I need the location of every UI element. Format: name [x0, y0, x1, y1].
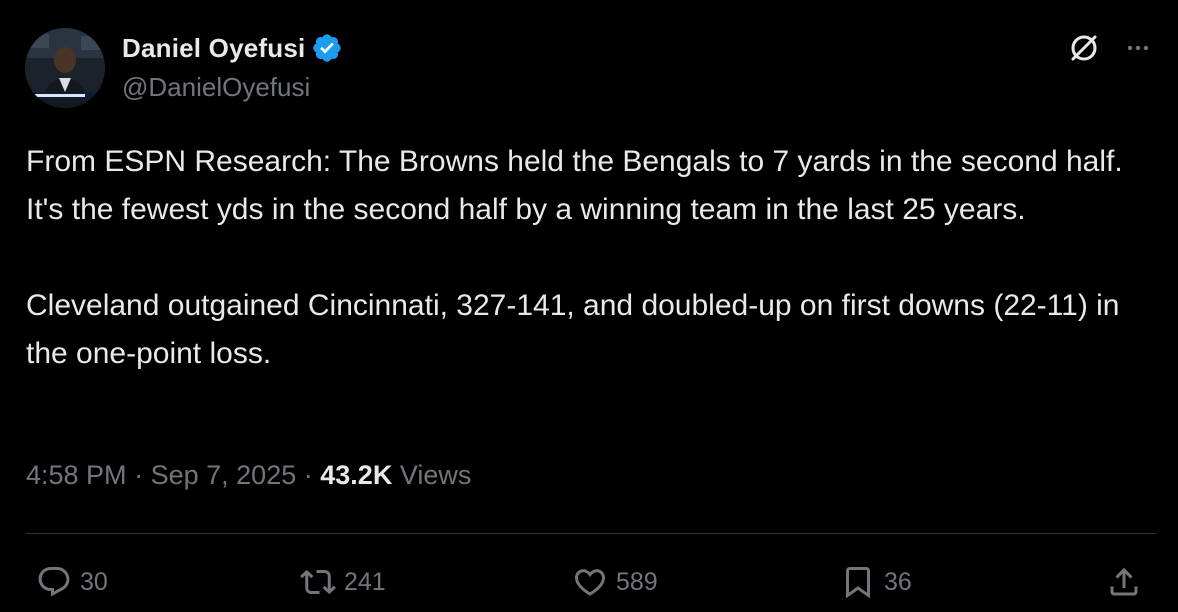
views-count: 43.2K: [320, 460, 393, 490]
heart-icon: [572, 564, 608, 600]
retweet-button[interactable]: 241: [300, 560, 386, 604]
bookmark-count: 36: [884, 567, 912, 596]
tweet-time[interactable]: 4:58 PM: [26, 460, 127, 490]
tweet-meta: 4:58 PM · Sep 7, 2025 · 43.2K Views: [26, 460, 471, 491]
views-label: Views: [399, 460, 472, 490]
handle[interactable]: @DanielOyefusi: [122, 72, 343, 103]
more-icon[interactable]: [1120, 28, 1160, 68]
name-row: Daniel Oyefusi: [122, 30, 343, 66]
like-button[interactable]: 589: [572, 560, 658, 604]
reply-icon: [36, 564, 72, 600]
meta-separator: ·: [134, 460, 144, 490]
grok-icon[interactable]: [1064, 28, 1104, 68]
display-name[interactable]: Daniel Oyefusi: [122, 33, 305, 64]
share-button[interactable]: [1106, 560, 1142, 604]
bookmark-button[interactable]: 36: [840, 560, 912, 604]
reply-count: 30: [80, 567, 108, 596]
tweet-paragraph: Cleveland outgained Cincinnati, 327-141,…: [26, 289, 1120, 370]
divider: [26, 533, 1156, 534]
like-count: 589: [616, 567, 658, 596]
retweet-count: 241: [344, 567, 386, 596]
avatar[interactable]: [25, 28, 105, 108]
share-icon: [1106, 564, 1142, 600]
reply-button[interactable]: 30: [36, 560, 108, 604]
tweet-paragraph: From ESPN Research: The Browns held the …: [26, 145, 1123, 226]
tweet: Daniel Oyefusi @DanielOyefusi From ESPN …: [0, 0, 1178, 612]
tweet-date[interactable]: Sep 7, 2025: [151, 460, 297, 490]
retweet-icon: [300, 564, 336, 600]
author-block: Daniel Oyefusi @DanielOyefusi: [122, 30, 343, 103]
verified-badge-icon[interactable]: [311, 32, 343, 64]
bookmark-icon: [840, 564, 876, 600]
meta-separator: ·: [303, 460, 313, 490]
tweet-text: From ESPN Research: The Browns held the …: [26, 138, 1156, 378]
